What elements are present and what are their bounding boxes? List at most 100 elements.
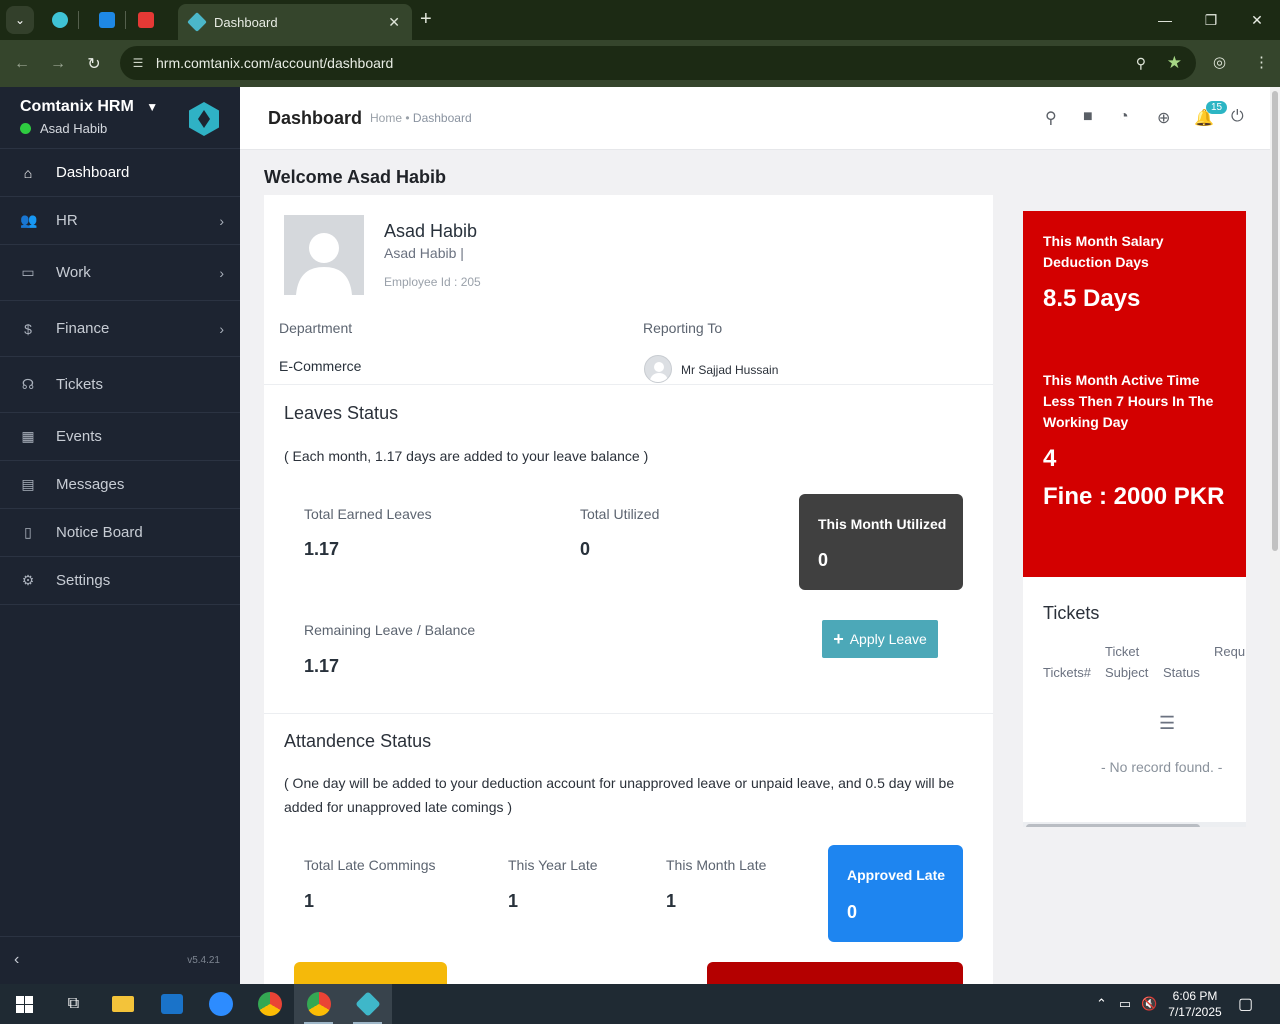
total-late-label: Total Late Commings bbox=[304, 857, 436, 873]
col-ticket-requester: Requ bbox=[1214, 644, 1246, 659]
sidebar-item-work[interactable]: ▭ Work › bbox=[0, 245, 240, 301]
pinned-tab-2[interactable] bbox=[89, 0, 125, 40]
scrollbar-thumb[interactable] bbox=[1026, 824, 1200, 827]
location-icon[interactable]: ⚲ bbox=[1136, 55, 1146, 72]
user-silhouette-icon bbox=[296, 233, 352, 295]
sidebar-item-events[interactable]: ▦ Events bbox=[0, 413, 240, 461]
minimize-button[interactable]: — bbox=[1142, 0, 1188, 40]
red-stat-box bbox=[707, 962, 963, 984]
sidebar-item-tickets[interactable]: ☊ Tickets bbox=[0, 357, 240, 413]
employee-subtitle: Asad Habib | bbox=[384, 245, 464, 261]
breadcrumb-home[interactable]: Home bbox=[370, 111, 402, 125]
department-label: Department bbox=[279, 320, 353, 336]
section-divider bbox=[264, 384, 993, 385]
notification-center-icon[interactable]: ▢ bbox=[1238, 984, 1253, 1024]
chevron-up-icon[interactable]: ⌃ bbox=[1096, 996, 1107, 1012]
brand-switcher[interactable]: Comtanix HRM ▼ bbox=[20, 98, 158, 116]
remaining-leave-value: 1.17 bbox=[304, 656, 340, 676]
salary-deduction-value: 8.5 Days bbox=[1043, 285, 1141, 312]
sidebar-item-label: Dashboard bbox=[56, 164, 130, 181]
clock-icon[interactable]: ◔ bbox=[1119, 108, 1129, 126]
tab-separator bbox=[125, 11, 126, 29]
approved-late-value: 0 bbox=[847, 902, 858, 922]
dollar-icon: $ bbox=[24, 320, 32, 337]
sidebar-item-label: Events bbox=[56, 428, 102, 445]
sidebar-item-settings[interactable]: ⚙ Settings bbox=[0, 557, 240, 605]
month-utilized-label: This Month Utilized bbox=[818, 516, 947, 532]
users-icon: 👥 bbox=[20, 212, 38, 228]
close-tab-icon[interactable]: ✕ bbox=[388, 14, 400, 31]
clock[interactable]: 6:06 PM 7/17/2025 bbox=[1162, 988, 1228, 1020]
sidebar-item-hr[interactable]: 👥 HR › bbox=[0, 197, 240, 245]
sidebar-item-label: Tickets bbox=[56, 376, 103, 393]
hrm-app-button[interactable] bbox=[343, 984, 392, 1024]
clock-date: 7/17/2025 bbox=[1168, 1005, 1222, 1019]
calendar-icon: ▦ bbox=[21, 428, 35, 444]
main-content: Dashboard Home • Dashboard ⚲ ■ ◔ ⊕ 🔔 15 … bbox=[240, 87, 1270, 984]
profile-icon[interactable]: ◎ bbox=[1213, 53, 1226, 71]
sidebar-item-label: Work bbox=[56, 264, 91, 281]
zoom-button[interactable] bbox=[196, 984, 245, 1024]
manager-avatar bbox=[644, 355, 672, 383]
fine-value: Fine : 2000 PKR bbox=[1043, 483, 1225, 510]
chrome-button[interactable] bbox=[245, 984, 294, 1024]
search-icon[interactable]: ⚲ bbox=[1045, 108, 1057, 128]
volume-muted-icon[interactable]: 🔇 bbox=[1141, 996, 1157, 1012]
restore-button[interactable]: ❐ bbox=[1188, 0, 1234, 40]
site-info-icon[interactable]: ☰ bbox=[120, 56, 156, 70]
sidebar-item-label: Finance bbox=[56, 320, 110, 337]
network-icon[interactable]: ▭ bbox=[1119, 996, 1131, 1012]
sidebar-item-dashboard[interactable]: ⌂ Dashboard bbox=[0, 149, 240, 197]
hrm-app-icon bbox=[354, 991, 381, 1017]
outlook-button[interactable] bbox=[147, 984, 196, 1024]
notification-count-badge: 15 bbox=[1206, 101, 1228, 114]
file-explorer-button[interactable] bbox=[98, 984, 147, 1024]
add-circle-icon[interactable]: ⊕ bbox=[1157, 108, 1170, 128]
total-utilized-value: 0 bbox=[580, 539, 591, 559]
scrollbar-thumb[interactable] bbox=[1272, 91, 1278, 551]
tickets-panel: Tickets Tickets# Ticket Subject Status R… bbox=[1023, 577, 1246, 827]
forward-button[interactable]: → bbox=[40, 55, 76, 73]
chrome-icon bbox=[306, 992, 331, 1016]
sidebar-item-label: Settings bbox=[56, 572, 111, 589]
sidebar-item-label: HR bbox=[56, 212, 78, 229]
chrome-profile-button[interactable] bbox=[294, 984, 343, 1024]
pinned-tab-1[interactable] bbox=[42, 0, 78, 40]
month-late-label: This Month Late bbox=[666, 857, 767, 873]
power-icon[interactable]: ⏻ bbox=[1231, 108, 1244, 126]
active-time-label: This Month Active Time Less Then 7 Hours… bbox=[1043, 372, 1214, 430]
current-user[interactable]: Asad Habib bbox=[20, 121, 107, 136]
list-icon: ☰ bbox=[1159, 713, 1176, 733]
sticky-note-icon[interactable]: ■ bbox=[1083, 108, 1093, 126]
address-bar[interactable]: ☰ hrm.comtanix.com/account/dashboard ⚲ ★ bbox=[120, 46, 1196, 80]
app-icon bbox=[138, 12, 154, 28]
browser-menu-icon[interactable]: ⋮ bbox=[1254, 53, 1269, 71]
apply-leave-button[interactable]: + Apply Leave bbox=[822, 620, 938, 658]
user-silhouette-icon bbox=[649, 362, 669, 382]
clipboard-icon: ▯ bbox=[24, 524, 32, 540]
reload-button[interactable]: ↻ bbox=[76, 54, 112, 74]
windows-taskbar: ⧉ ⌃ ▭ 🔇 6:06 PM 7/17/2025 ▢ bbox=[0, 984, 1280, 1024]
year-late-value: 1 bbox=[508, 891, 519, 911]
horizontal-scrollbar[interactable] bbox=[1023, 822, 1246, 827]
back-button[interactable]: ← bbox=[4, 55, 40, 73]
sidebar-item-messages[interactable]: ▤ Messages bbox=[0, 461, 240, 509]
breadcrumb: Home • Dashboard bbox=[370, 111, 472, 125]
avatar bbox=[284, 215, 364, 295]
pinned-tab-3[interactable] bbox=[128, 0, 164, 40]
start-button[interactable] bbox=[0, 984, 49, 1024]
page-scrollbar[interactable] bbox=[1270, 87, 1280, 984]
col-ticket-number: Tickets# bbox=[1043, 665, 1091, 680]
url-text: hrm.comtanix.com/account/dashboard bbox=[156, 55, 394, 71]
tab-search-button[interactable]: ⌄ bbox=[6, 6, 34, 34]
collapse-sidebar-icon[interactable]: ‹ bbox=[14, 951, 19, 969]
task-view-button[interactable]: ⧉ bbox=[49, 984, 98, 1024]
sidebar-item-finance[interactable]: $ Finance › bbox=[0, 301, 240, 357]
active-tab[interactable]: Dashboard ✕ bbox=[178, 4, 412, 40]
windows-logo-icon bbox=[16, 995, 33, 1013]
close-window-button[interactable]: ✕ bbox=[1234, 0, 1280, 40]
total-utilized-label: Total Utilized bbox=[580, 506, 660, 522]
new-tab-button[interactable]: + bbox=[420, 8, 432, 31]
sidebar-item-notice-board[interactable]: ▯ Notice Board bbox=[0, 509, 240, 557]
bookmark-star-icon[interactable]: ★ bbox=[1167, 53, 1182, 73]
